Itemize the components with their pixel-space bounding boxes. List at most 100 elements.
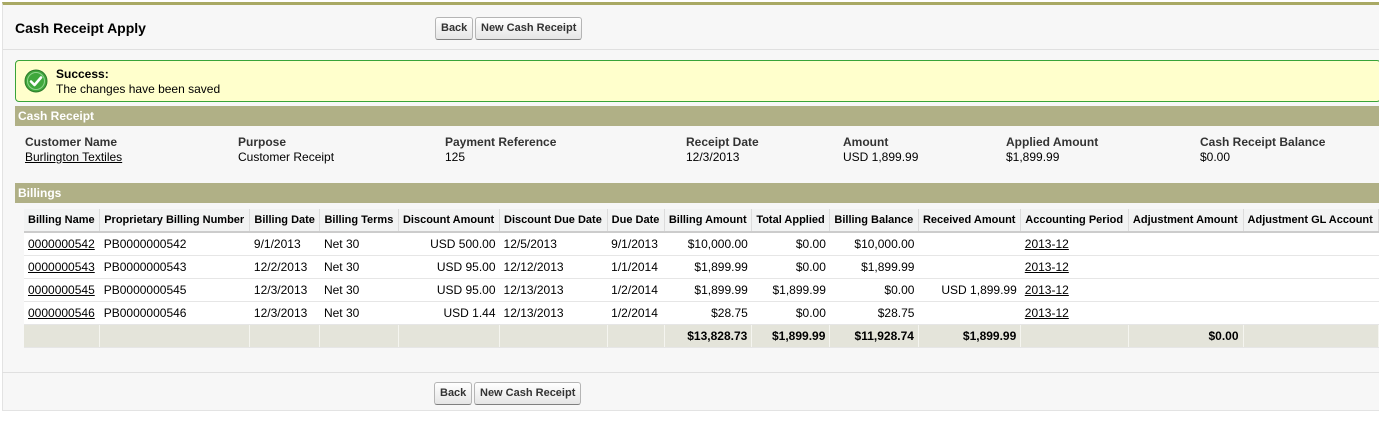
field-label: Customer Name [25, 135, 118, 149]
column-header[interactable]: Billing Date [249, 209, 321, 233]
check-icon [24, 69, 48, 93]
column-header[interactable]: Total Applied [751, 209, 831, 233]
field-label: Applied Amount [1006, 135, 1099, 149]
accounting-period-link[interactable]: 2013-12 [1025, 237, 1069, 251]
field-applied-amount: Applied Amount $1,899.99 [1006, 135, 1098, 164]
column-header[interactable]: Billing Amount [664, 209, 753, 233]
field-value: Customer Receipt [238, 150, 335, 164]
table-cell [1243, 232, 1379, 256]
table-cell: Net 30 [319, 255, 399, 279]
field-value: USD 1,899.99 [843, 150, 919, 164]
field-cash-receipt-balance: Cash Receipt Balance $0.00 [1200, 135, 1325, 164]
total-cell [398, 324, 501, 348]
table-cell [918, 255, 1021, 279]
billing-name-link[interactable]: 0000000545 [28, 283, 95, 297]
table-cell: Net 30 [319, 278, 399, 302]
table-cell: USD 500.00 [398, 232, 500, 256]
accounting-period-link[interactable]: 2013-12 [1025, 283, 1069, 297]
table-cell: $28.75 [664, 301, 752, 325]
column-header[interactable]: Discount Due Date [499, 209, 608, 233]
total-cell [607, 324, 665, 348]
column-header[interactable]: Adjustment Amount [1128, 209, 1244, 233]
billing-name-link[interactable]: 0000000546 [28, 306, 95, 320]
header-divider [3, 49, 1379, 50]
total-cell [1020, 324, 1129, 348]
back-button-top[interactable]: Back [435, 17, 474, 40]
accounting-period-link[interactable]: 2013-12 [1025, 260, 1069, 274]
cash-receipt-section-header: Cash Receipt [15, 106, 1379, 126]
field-purpose: Purpose Customer Receipt [238, 135, 334, 164]
new-cash-receipt-button-top[interactable]: New Cash Receipt [475, 17, 583, 40]
column-header[interactable]: Proprietary Billing Number [99, 209, 251, 233]
field-customer-name: Customer Name Burlington Textiles [25, 135, 122, 164]
column-header[interactable]: Billing Balance [829, 209, 919, 233]
table-header-row: Billing Name Proprietary Billing Number … [24, 209, 1379, 233]
table-cell: $0.00 [751, 301, 830, 325]
table-cell: 1/2/2014 [607, 278, 665, 302]
table-cell [1128, 232, 1244, 256]
table-cell: PB0000000545 [99, 278, 250, 302]
table-cell [1128, 255, 1244, 279]
billings-table: Billing Name Proprietary Billing Number … [24, 209, 1379, 348]
column-header[interactable]: Billing Terms [319, 209, 399, 233]
page-title: Cash Receipt Apply [15, 20, 146, 36]
table-cell: PB0000000543 [99, 255, 250, 279]
table-cell: $1,899.99 [664, 278, 752, 302]
table-cell: 12/13/2013 [499, 278, 608, 302]
table-row: 0000000542 PB0000000542 9/1/2013 Net 30 … [24, 232, 1379, 256]
field-value: $0.00 [1200, 150, 1231, 164]
field-receipt-date: Receipt Date 12/3/2013 [686, 135, 759, 164]
table-cell [1128, 278, 1244, 302]
total-billing-balance: $11,928.74 [829, 324, 919, 348]
field-value: 125 [445, 150, 466, 164]
new-cash-receipt-button-bottom[interactable]: New Cash Receipt [474, 382, 582, 405]
table-cell: 1/2/2014 [607, 301, 665, 325]
field-label: Receipt Date [686, 135, 759, 149]
column-header[interactable]: Billing Name [24, 209, 101, 233]
field-amount: Amount USD 1,899.99 [843, 135, 918, 164]
footer-divider [2, 372, 1379, 373]
table-cell: 12/12/2013 [499, 255, 608, 279]
table-cell: USD 1.44 [398, 301, 500, 325]
total-cell [1243, 324, 1379, 348]
table-cell: $1,899.99 [829, 255, 919, 279]
table-cell: 12/5/2013 [499, 232, 608, 256]
column-header[interactable]: Adjustment GL Account [1243, 209, 1379, 233]
table-cell: $0.00 [751, 255, 830, 279]
column-header[interactable]: Discount Amount [398, 209, 501, 233]
total-cell [319, 324, 399, 348]
table-cell: 9/1/2013 [607, 232, 665, 256]
field-label: Payment Reference [445, 135, 557, 149]
total-cell [24, 324, 101, 348]
table-cell: $10,000.00 [664, 232, 752, 256]
table-row: 0000000545 PB0000000545 12/3/2013 Net 30… [24, 278, 1379, 302]
column-header[interactable]: Accounting Period [1020, 209, 1129, 233]
back-button-bottom[interactable]: Back [434, 382, 473, 405]
accounting-period-link[interactable]: 2013-12 [1025, 306, 1069, 320]
billing-name-link[interactable]: 0000000543 [28, 260, 95, 274]
table-cell: USD 95.00 [398, 278, 500, 302]
success-text: The changes have been saved [56, 82, 221, 96]
table-cell: 12/13/2013 [499, 301, 608, 325]
field-value: 12/3/2013 [686, 150, 740, 164]
customer-name-link[interactable]: Burlington Textiles [25, 150, 122, 164]
table-cell: Net 30 [319, 232, 399, 256]
billing-name-link[interactable]: 0000000542 [28, 237, 95, 251]
total-billing-amount: $13,828.73 [664, 324, 753, 348]
page-panel: Cash Receipt Apply Back New Cash Receipt… [2, 2, 1379, 411]
total-cell [249, 324, 321, 348]
column-header[interactable]: Received Amount [918, 209, 1022, 233]
field-label: Purpose [238, 135, 287, 149]
table-cell: $1,899.99 [664, 255, 752, 279]
table-cell [1243, 255, 1379, 279]
table-cell: $10,000.00 [829, 232, 919, 256]
total-received-amount: $1,899.99 [918, 324, 1022, 348]
table-cell: Net 30 [319, 301, 399, 325]
totals-row: $13,828.73 $1,899.99 $11,928.74 $1,899.9… [24, 324, 1379, 348]
table-cell: USD 1,899.99 [918, 278, 1021, 302]
table-cell [918, 301, 1021, 325]
table-cell [1243, 278, 1379, 302]
table-cell: 12/2/2013 [249, 255, 320, 279]
column-header[interactable]: Due Date [607, 209, 665, 233]
table-row: 0000000546 PB0000000546 12/3/2013 Net 30… [24, 301, 1379, 325]
